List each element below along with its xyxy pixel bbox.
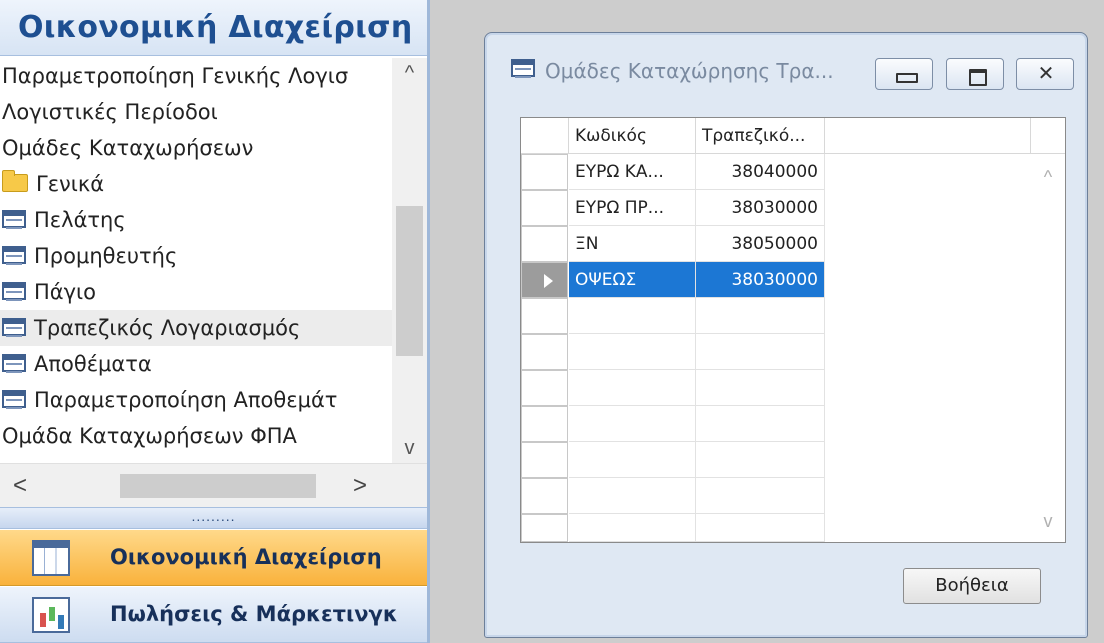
- row-selector[interactable]: [521, 226, 568, 262]
- tree-item-label: Γενικά: [36, 172, 105, 196]
- column-header-empty: [825, 118, 1031, 154]
- cell-bank-account-selected[interactable]: 38030000: [696, 262, 825, 298]
- pane-splitter-grip[interactable]: .........: [0, 507, 427, 529]
- nav-button-label: Πωλήσεις & Μάρκετινγκ: [110, 602, 398, 626]
- row-selector[interactable]: [521, 406, 568, 442]
- form-icon: [2, 390, 26, 409]
- tree-item-bank-account[interactable]: Τραπεζικός Λογαριασμός: [0, 310, 392, 346]
- row-selector[interactable]: [521, 478, 568, 514]
- cell-bank-account-empty[interactable]: [696, 442, 825, 478]
- cell-code-empty[interactable]: [569, 442, 696, 478]
- row-selector[interactable]: [521, 190, 568, 226]
- folder-icon: [2, 170, 28, 192]
- close-icon: ✕: [1037, 63, 1055, 85]
- column-header-code[interactable]: Κωδικός: [569, 118, 696, 154]
- cell-bank-account-empty[interactable]: [696, 514, 825, 542]
- tree-item-fixed-asset[interactable]: Πάγιο: [0, 274, 392, 310]
- financial-management-icon: [32, 540, 70, 576]
- cell-code-empty[interactable]: [569, 298, 696, 334]
- scroll-thumb[interactable]: [120, 474, 316, 498]
- cell-bank-account-empty[interactable]: [696, 334, 825, 370]
- row-selector[interactable]: [521, 298, 568, 334]
- scroll-up-icon[interactable]: ^: [392, 58, 427, 88]
- maximize-button[interactable]: [946, 58, 1004, 90]
- nav-button-financial-management[interactable]: Οικονομική Διαχείριση: [0, 530, 427, 586]
- cell-code-empty[interactable]: [569, 406, 696, 442]
- cell-bank-account[interactable]: 38040000: [696, 154, 825, 190]
- scroll-down-icon[interactable]: v: [392, 433, 427, 463]
- tree-item-label: Παραμετροποίηση Γενικής Λογισ: [2, 64, 349, 88]
- posting-groups-grid: Κωδικός Τραπεζικό... ΕΥΡΩ ΚΑ... 38040000…: [520, 117, 1066, 543]
- row-selector[interactable]: [521, 334, 568, 370]
- window-titlebar[interactable]: Ομάδες Καταχώρησης Τρα... ✕: [485, 33, 1087, 109]
- form-icon: [2, 354, 26, 373]
- tree-item-label: Λογιστικές Περίοδοι: [2, 100, 218, 124]
- sales-marketing-icon: [32, 597, 70, 633]
- nav-tree: Παραμετροποίηση Γενικής Λογισ Λογιστικές…: [0, 58, 427, 463]
- form-icon: [2, 246, 26, 265]
- cell-bank-account[interactable]: 38050000: [696, 226, 825, 262]
- grid-corner: [1031, 118, 1065, 154]
- bank-posting-groups-window: Ομάδες Καταχώρησης Τρα... ✕ Κωδικός Τραπ…: [484, 32, 1088, 638]
- cell-code[interactable]: ΞΝ: [569, 226, 696, 262]
- tree-item-label: Τραπεζικός Λογαριασμός: [34, 316, 301, 340]
- form-icon: [2, 318, 26, 337]
- tree-item-vat-posting-group[interactable]: Ομάδα Καταχωρήσεων ΦΠΑ: [0, 418, 392, 454]
- tree-item-label: Πελάτης: [34, 208, 126, 232]
- scroll-thumb[interactable]: [396, 206, 423, 356]
- scroll-left-icon[interactable]: <: [0, 464, 40, 508]
- tree-item-label: Πάγιο: [34, 280, 97, 304]
- tree-vertical-scrollbar[interactable]: ^ v: [392, 58, 427, 463]
- cell-bank-account-empty[interactable]: [696, 406, 825, 442]
- cell-bank-account-empty[interactable]: [696, 298, 825, 334]
- tree-horizontal-scrollbar[interactable]: < >: [0, 463, 427, 507]
- row-selector[interactable]: [521, 442, 568, 478]
- cell-code[interactable]: ΕΥΡΩ ΠΡ...: [569, 190, 696, 226]
- cell-code-empty[interactable]: [569, 370, 696, 406]
- tree-item-vendor[interactable]: Προμηθευτής: [0, 238, 392, 274]
- nav-pane-header: Οικονομική Διαχείριση: [0, 0, 427, 56]
- grid-vertical-scrollbar[interactable]: ^ v: [1031, 154, 1065, 542]
- tree-item-accounting-periods[interactable]: Λογιστικές Περίοδοι: [0, 94, 392, 130]
- form-icon: [511, 59, 535, 78]
- cell-bank-account-empty[interactable]: [696, 370, 825, 406]
- tree-item-label: Παραμετροποίηση Αποθεμάτ: [34, 388, 338, 412]
- form-icon: [2, 210, 26, 229]
- row-selector-header: [521, 118, 569, 154]
- tree-item-general[interactable]: Γενικά: [0, 166, 392, 202]
- row-selector-current[interactable]: [521, 262, 568, 298]
- tree-item-posting-groups[interactable]: Ομάδες Καταχωρήσεων: [0, 130, 392, 166]
- cell-code[interactable]: ΕΥΡΩ ΚΑ...: [569, 154, 696, 190]
- window-title: Ομάδες Καταχώρησης Τρα...: [545, 59, 834, 83]
- tree-item-customer[interactable]: Πελάτης: [0, 202, 392, 238]
- row-selector[interactable]: [521, 154, 568, 190]
- navigation-pane: Οικονομική Διαχείριση Παραμετροποίηση Γε…: [0, 0, 430, 643]
- tree-item-label: Ομάδα Καταχωρήσεων ΦΠΑ: [2, 424, 297, 448]
- cell-code-empty[interactable]: [569, 334, 696, 370]
- tree-item-label: Αποθέματα: [34, 352, 152, 376]
- tree-item-label: Ομάδες Καταχωρήσεων: [2, 136, 254, 160]
- tree-item-inventory[interactable]: Αποθέματα: [0, 346, 392, 382]
- nav-button-sales-marketing[interactable]: Πωλήσεις & Μάρκετινγκ: [0, 587, 427, 643]
- nav-pane-title: Οικονομική Διαχείριση: [18, 10, 413, 45]
- cell-code-empty[interactable]: [569, 478, 696, 514]
- scroll-right-icon[interactable]: >: [340, 464, 380, 508]
- tree-item-general-ledger-setup[interactable]: Παραμετροποίηση Γενικής Λογισ: [0, 58, 392, 94]
- tree-item-label: Προμηθευτής: [34, 244, 178, 268]
- scroll-up-icon[interactable]: ^: [1031, 162, 1065, 192]
- row-selector[interactable]: [521, 514, 568, 542]
- cell-bank-account-empty[interactable]: [696, 478, 825, 514]
- cell-code-empty[interactable]: [569, 514, 696, 542]
- minimize-button[interactable]: [875, 58, 933, 90]
- form-icon: [2, 282, 26, 301]
- close-button[interactable]: ✕: [1016, 58, 1074, 90]
- scroll-down-icon[interactable]: v: [1031, 506, 1065, 536]
- tree-item-inventory-setup[interactable]: Παραμετροποίηση Αποθεμάτ: [0, 382, 392, 418]
- column-header-bank-account[interactable]: Τραπεζικό...: [696, 118, 825, 154]
- cell-bank-account[interactable]: 38030000: [696, 190, 825, 226]
- nav-button-label: Οικονομική Διαχείριση: [110, 545, 382, 569]
- cell-code-selected[interactable]: ΟΨΕΩΣ: [569, 262, 696, 298]
- help-button[interactable]: Βοήθεια: [903, 568, 1041, 604]
- row-selector[interactable]: [521, 370, 568, 406]
